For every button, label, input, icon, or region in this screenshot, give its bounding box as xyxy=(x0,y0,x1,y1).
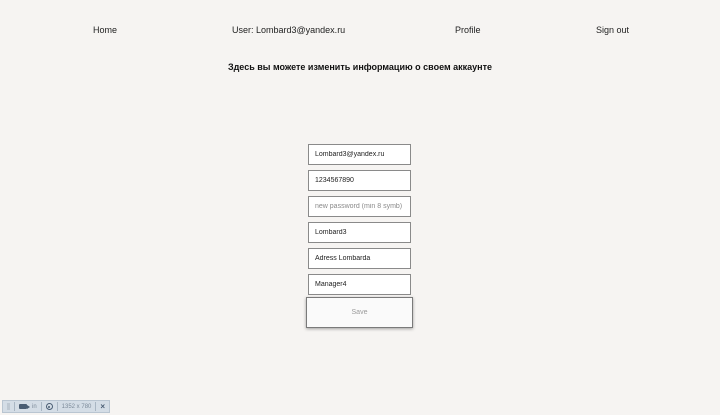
name-field[interactable] xyxy=(308,222,411,243)
email-field[interactable] xyxy=(308,144,411,165)
top-nav: Home User: Lombard3@yandex.ru Profile Si… xyxy=(0,25,720,39)
eye-icon[interactable] xyxy=(45,403,53,410)
divider xyxy=(14,402,15,411)
dev-toolbar: in 1352 x 780 × xyxy=(2,400,111,413)
units-label: in xyxy=(32,403,37,410)
close-icon[interactable]: × xyxy=(100,402,105,411)
nav-home-link[interactable]: Home xyxy=(93,25,117,35)
page-title: Здесь вы можете изменить информацию о св… xyxy=(227,62,493,72)
address-field[interactable] xyxy=(308,248,411,269)
grip-icon[interactable] xyxy=(7,403,10,410)
save-button[interactable]: Save xyxy=(306,297,413,328)
account-form: Save xyxy=(306,144,413,328)
nav-profile-link[interactable]: Profile xyxy=(455,25,481,35)
divider xyxy=(95,402,97,411)
role-field[interactable] xyxy=(308,274,411,295)
divider xyxy=(40,402,42,411)
camera-icon[interactable] xyxy=(19,404,30,409)
divider xyxy=(56,402,58,411)
resolution-label: 1352 x 780 xyxy=(61,403,92,410)
nav-user-label: User: Lombard3@yandex.ru xyxy=(232,25,346,35)
nav-signout-link[interactable]: Sign out xyxy=(596,25,629,35)
phone-field[interactable] xyxy=(308,170,411,191)
password-field[interactable] xyxy=(308,196,411,217)
